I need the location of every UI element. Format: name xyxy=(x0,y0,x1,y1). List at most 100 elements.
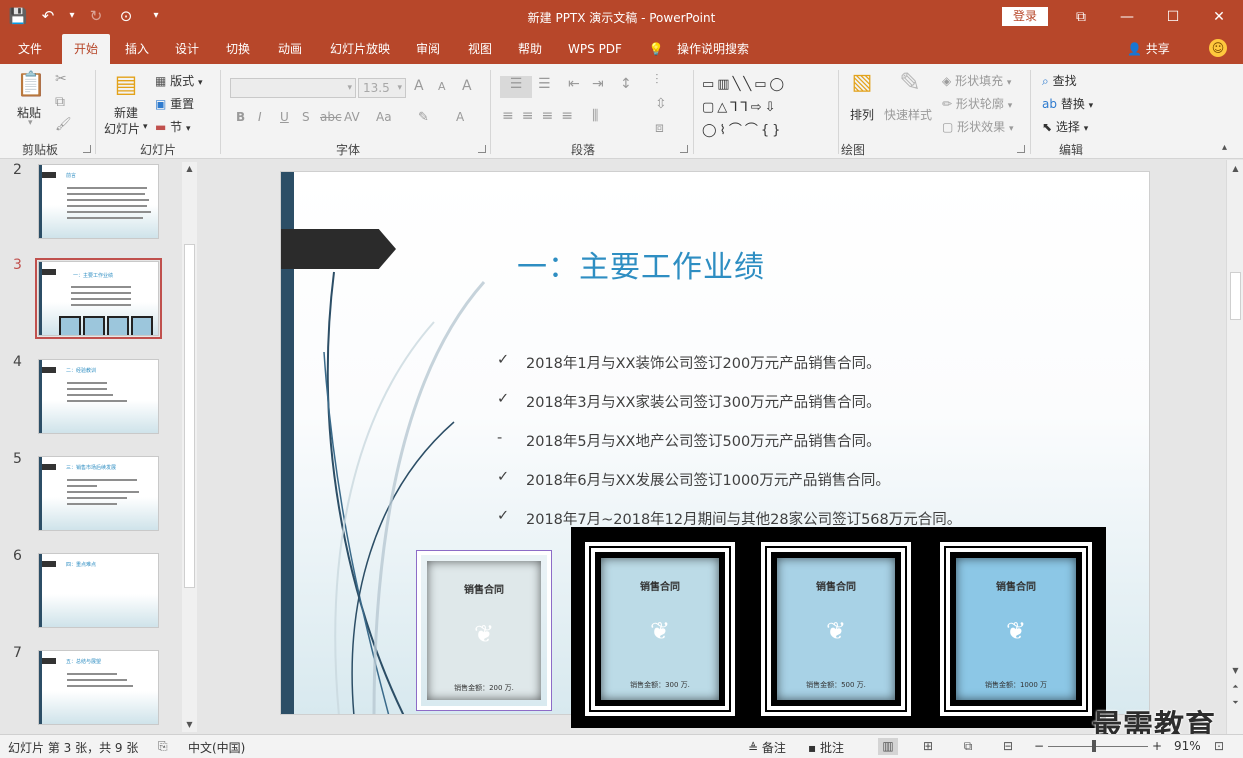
scroll-up-icon[interactable]: ▲ xyxy=(182,162,197,176)
slideshow-view-icon[interactable]: ⊟ xyxy=(998,738,1018,755)
smartart-icon[interactable]: ⧈ xyxy=(655,120,664,136)
slide-thumbnail[interactable]: 五：总结与展望 xyxy=(38,650,159,725)
normal-view-icon[interactable]: ▥ xyxy=(878,738,898,755)
tab-review[interactable]: 审阅 xyxy=(406,34,450,64)
shapes-row[interactable]: ◯⌇⌒⌒{} xyxy=(702,119,824,142)
new-slide-icon[interactable]: ▤ xyxy=(110,70,142,98)
scroll-up-icon[interactable]: ▲ xyxy=(1228,162,1243,176)
zoom-out-button[interactable]: − xyxy=(1034,739,1044,753)
shape-outline-button[interactable]: ✏ 形状轮廓 ▾ xyxy=(942,95,1012,112)
tab-slideshow[interactable]: 幻灯片放映 xyxy=(322,34,398,64)
minimize-icon[interactable]: — xyxy=(1112,6,1142,28)
slide-title[interactable]: 一：主要工作业绩 xyxy=(517,242,765,286)
tab-wps-pdf[interactable]: WPS PDF xyxy=(562,34,628,64)
text-direction-icon[interactable]: ⫶ xyxy=(655,72,659,88)
fit-to-window-icon[interactable]: ⊡ xyxy=(1214,739,1224,753)
zoom-level[interactable]: 91% xyxy=(1174,739,1201,753)
arrange-icon[interactable]: ▧ xyxy=(846,70,878,95)
format-painter-icon[interactable]: 🖌 xyxy=(55,117,72,132)
slide-thumbnail[interactable]: 二：经验教训 xyxy=(38,359,159,434)
arrange-button[interactable]: 排列 xyxy=(850,106,874,123)
replace-button[interactable]: ab 替换 ▾ xyxy=(1042,95,1093,112)
tab-file[interactable]: 文件 xyxy=(6,34,54,64)
grow-font-icon[interactable]: A xyxy=(414,78,424,94)
slide-thumbnail[interactable]: 前言 xyxy=(38,164,159,239)
quick-styles-icon[interactable]: ✎ xyxy=(892,68,928,98)
underline-button[interactable]: U xyxy=(280,110,289,124)
canvas-scrollbar[interactable]: ▲ ▼ ⏶ ⏷ xyxy=(1226,160,1243,734)
shapes-gallery[interactable]: ▭▥╲╲▭◯ ▢△⅂⅂⇨⇩ ◯⌇⌒⌒{} xyxy=(702,73,824,142)
slide-thumbnail-selected[interactable]: 一：主要工作业绩 xyxy=(35,258,162,339)
title-arrow-shape[interactable] xyxy=(281,229,396,269)
reading-view-icon[interactable]: ⧉ xyxy=(958,738,978,755)
shrink-font-icon[interactable]: A xyxy=(438,80,446,93)
spellcheck-icon[interactable]: ⎘ xyxy=(158,739,168,754)
char-spacing-button[interactable]: AV xyxy=(344,110,360,124)
scrollbar-thumb[interactable] xyxy=(1230,272,1241,320)
comments-button[interactable]: ▪ 批注 xyxy=(808,739,844,756)
shadow-button[interactable]: S xyxy=(302,110,310,124)
align-text-icon[interactable]: ⇳ xyxy=(655,96,667,112)
numbering-icon[interactable]: ☰ xyxy=(538,76,551,92)
lightbulb-icon[interactable]: 💡 xyxy=(646,34,666,64)
paste-dropdown-icon[interactable]: ▾ xyxy=(28,118,33,128)
tab-insert[interactable]: 插入 xyxy=(114,34,160,64)
decrease-indent-icon[interactable]: ⇤ xyxy=(568,76,580,92)
scroll-down-icon[interactable]: ▼ xyxy=(1228,664,1243,678)
bold-button[interactable]: B xyxy=(236,110,245,124)
slide-thumbnail[interactable]: 三：销售市场后续发展 xyxy=(38,456,159,531)
section-button[interactable]: ▬ 节 ▾ xyxy=(155,118,191,135)
new-slide-dropdown-icon[interactable]: ▾ xyxy=(143,122,148,132)
font-size-combo[interactable]: 13.5 ▾ xyxy=(358,78,406,98)
line-spacing-icon[interactable]: ↕ xyxy=(620,76,632,92)
zoom-in-button[interactable]: + xyxy=(1152,739,1162,753)
contract-card[interactable]: 销售合同 ❦ 销售金额：500 万. xyxy=(765,546,907,712)
new-slide-label[interactable]: 新建 xyxy=(114,104,138,121)
tab-transitions[interactable]: 切换 xyxy=(214,34,262,64)
shapes-row[interactable]: ▢△⅂⅂⇨⇩ xyxy=(702,96,824,119)
font-launcher-icon[interactable] xyxy=(478,145,486,153)
cut-icon[interactable]: ✂ xyxy=(55,71,67,87)
contract-card[interactable]: 销售合同 ❦ 销售金额：1000 万 xyxy=(944,546,1088,712)
font-name-combo[interactable]: ▾ xyxy=(230,78,356,98)
language-status[interactable]: 中文(中国) xyxy=(188,739,245,756)
scroll-down-icon[interactable]: ▼ xyxy=(182,718,197,732)
contract-card[interactable]: 销售合同 ❦ 销售金额：300 万. xyxy=(589,546,731,712)
close-icon[interactable]: ✕ xyxy=(1204,6,1234,28)
increase-indent-icon[interactable]: ⇥ xyxy=(592,76,604,92)
zoom-slider-track[interactable] xyxy=(1048,746,1148,747)
tab-view[interactable]: 视图 xyxy=(458,34,502,64)
tab-animations[interactable]: 动画 xyxy=(266,34,314,64)
maximize-icon[interactable]: ☐ xyxy=(1158,6,1188,28)
tab-design[interactable]: 设计 xyxy=(164,34,210,64)
layout-button[interactable]: ▦ 版式 ▾ xyxy=(155,72,203,89)
login-button[interactable]: 登录 xyxy=(1002,7,1048,26)
notes-button[interactable]: ≜ 备注 xyxy=(748,739,786,756)
change-case-button[interactable]: Aa xyxy=(376,110,392,124)
shapes-row[interactable]: ▭▥╲╲▭◯ xyxy=(702,73,824,96)
next-slide-icon[interactable]: ⏷ xyxy=(1228,696,1243,710)
thumbnail-scrollbar[interactable]: ▲ ▼ xyxy=(182,162,197,732)
paragraph-launcher-icon[interactable] xyxy=(680,145,688,153)
slide-sorter-icon[interactable]: ⊞ xyxy=(918,738,938,755)
tell-me-search[interactable]: 操作说明搜索 xyxy=(670,34,756,64)
zoom-slider-handle[interactable] xyxy=(1092,740,1096,752)
reset-button[interactable]: ▣ 重置 xyxy=(155,95,194,112)
paragraph-align-icons[interactable]: ≡≡≡≡ xyxy=(502,108,581,124)
italic-button[interactable]: I xyxy=(258,110,262,124)
quick-styles-button[interactable]: 快速样式 xyxy=(884,106,932,123)
copy-icon[interactable]: ⧉ xyxy=(55,94,65,110)
drawing-launcher-icon[interactable] xyxy=(1017,145,1025,153)
ribbon-display-options-icon[interactable]: ⧉ xyxy=(1066,6,1096,28)
share-button[interactable]: 👤 共享 xyxy=(1127,34,1170,64)
highlight-icon[interactable]: ✎ xyxy=(418,110,429,125)
columns-icon[interactable]: ⫼ xyxy=(592,108,598,124)
scrollbar-thumb[interactable] xyxy=(184,244,195,588)
bullets-icon[interactable]: ☰ xyxy=(500,76,532,98)
find-button[interactable]: ⌕ 查找 xyxy=(1042,72,1077,89)
font-color-button[interactable]: A xyxy=(456,110,464,124)
slide-thumbnail[interactable]: 四：重点难点 xyxy=(38,553,159,628)
collapse-ribbon-icon[interactable]: ▴ xyxy=(1222,142,1227,153)
tab-home[interactable]: 开始 xyxy=(62,34,110,64)
paste-icon[interactable]: 📋 xyxy=(14,70,48,98)
